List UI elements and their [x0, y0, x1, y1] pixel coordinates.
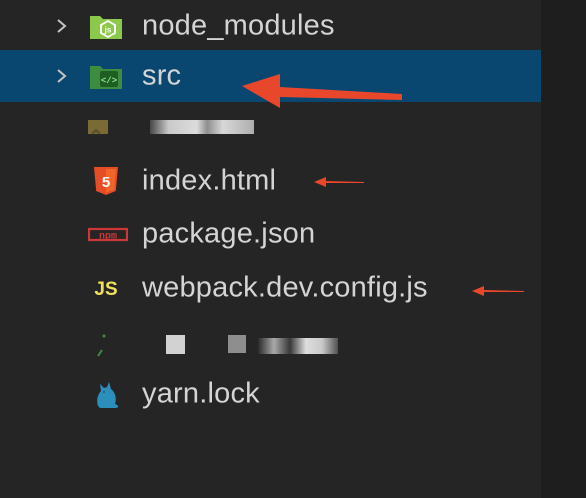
annotation-arrow-icon	[314, 177, 364, 187]
js-icon: JS	[94, 279, 117, 300]
annotation-arrow-icon	[472, 286, 524, 296]
yarn-cat-icon	[97, 382, 119, 408]
npm-icon: npm	[88, 227, 128, 243]
js-badge-text: JS	[94, 279, 117, 300]
html5-badge-text: 5	[102, 174, 110, 191]
redacted-block-3	[258, 338, 338, 354]
tree-item-node-modules[interactable]: js node_modules	[0, 0, 541, 52]
tree-item-label: yarn.lock	[142, 377, 260, 410]
tree-item-webpack-dev-config[interactable]: JS webpack.dev.config.js	[0, 262, 541, 314]
svg-text:</>: </>	[101, 76, 117, 86]
redacted-folder-icon	[88, 120, 108, 135]
tree-item-label: index.html	[142, 164, 277, 197]
html5-icon: 5	[94, 167, 118, 195]
redacted-label	[150, 120, 254, 134]
npm-badge-text: npm	[99, 232, 117, 243]
redacted-file-icon	[97, 334, 106, 357]
tree-item-yarn-lock[interactable]: yarn.lock	[0, 368, 541, 420]
tree-item-label: package.json	[142, 217, 316, 250]
redacted-block-1	[166, 335, 185, 354]
tree-item-label: src	[142, 59, 182, 92]
tree-item-redacted-file[interactable]	[0, 316, 541, 368]
tree-item-package-json[interactable]: npm package.json	[0, 208, 541, 260]
chevron-right-icon[interactable]	[54, 69, 68, 83]
tree-item-label: node_modules	[142, 9, 335, 42]
editor-gutter	[541, 0, 586, 498]
redacted-block-2	[228, 335, 246, 353]
tree-item-index-html[interactable]: 5 index.html	[0, 155, 541, 207]
annotation-arrow-icon	[242, 74, 402, 108]
svg-text:js: js	[104, 26, 112, 35]
chevron-right-icon[interactable]	[54, 19, 68, 33]
src-folder-icon: </>	[90, 66, 122, 89]
nodejs-folder-icon: js	[90, 16, 122, 39]
tree-item-label: webpack.dev.config.js	[142, 271, 428, 304]
